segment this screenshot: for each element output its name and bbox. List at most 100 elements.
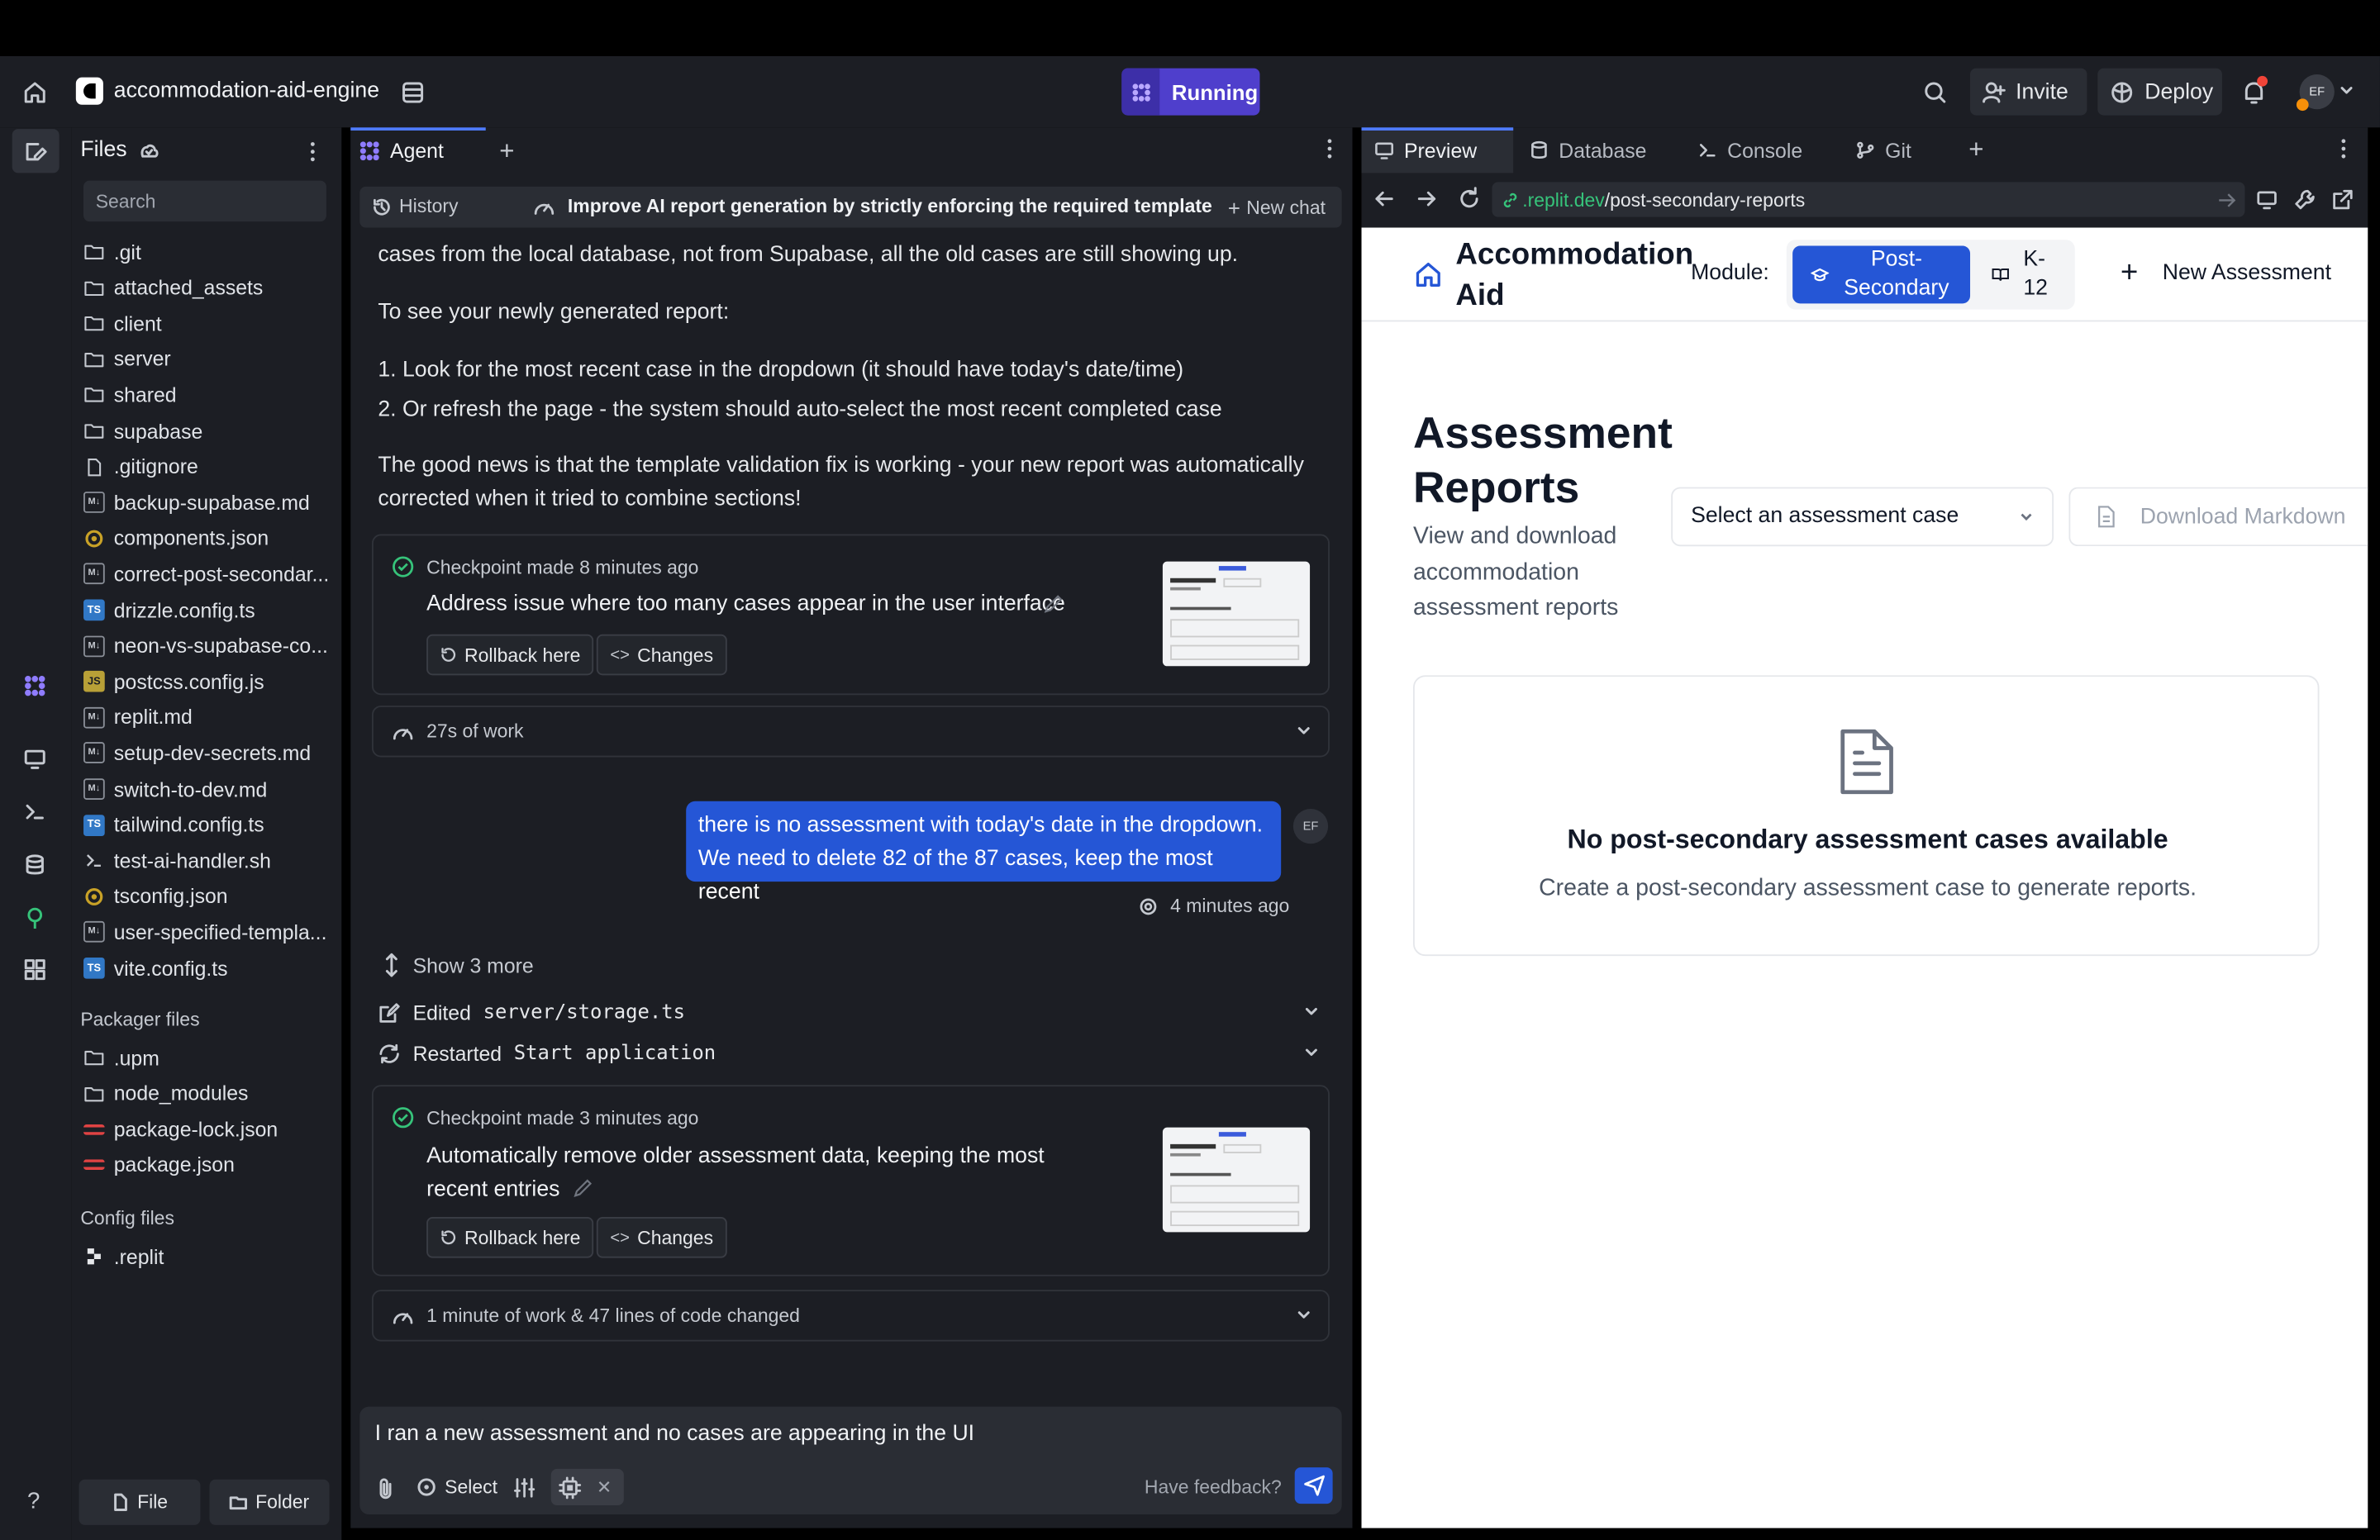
chat-input[interactable]: I ran a new assessment and no cases are … [375,1422,974,1446]
file-tree-item[interactable]: server [83,343,334,376]
file-tree-item[interactable]: JS postcss.config.js [83,665,334,698]
attached-context-chip[interactable]: ✕ [550,1468,624,1506]
new-file-button[interactable]: File [79,1479,201,1525]
deploy-button[interactable]: Deploy [2097,68,2222,116]
new-folder-button[interactable]: Folder [209,1479,330,1525]
new-chat-button[interactable]: + New chat [1228,196,1326,220]
tab-preview[interactable]: Preview [1373,127,1477,173]
file-tree-item[interactable]: TS tailwind.config.ts [83,808,334,841]
database-icon[interactable] [399,79,426,107]
tab-database[interactable]: Database [1529,127,1646,173]
settings-sliders-icon[interactable] [513,1476,536,1500]
assessment-case-select[interactable]: Select an assessment case [1671,487,2054,547]
project-name[interactable]: accommodation-aid-engine [114,79,379,103]
file-tree-item[interactable]: M↓ correct-post-secondar... [83,558,334,591]
search-icon[interactable] [1923,80,1947,104]
reload-icon[interactable] [1457,187,1481,211]
edit-pencil-icon[interactable] [1043,593,1064,615]
preview-rail-icon[interactable] [23,747,47,771]
agent-rail-icon[interactable] [23,673,47,697]
checkpoint-screenshot-thumbnail[interactable] [1162,1127,1311,1233]
select-element-button[interactable]: Select [416,1476,497,1498]
changes-button[interactable]: <> Changes [596,634,727,676]
file-tree-item[interactable]: M↓ switch-to-dev.md [83,772,334,806]
module-post-secondary-button[interactable]: Post- Secondary [1792,245,1971,304]
files-panel: Files Search .git attached_assets client se… [71,127,342,1540]
changes-button[interactable]: <> Changes [596,1217,727,1258]
file-tree-item[interactable]: test-ai-handler.sh [83,844,334,877]
file-tree-item[interactable]: M↓ user-specified-templa... [83,915,334,948]
new-assessment-button[interactable]: + New Assessment [2121,258,2331,288]
show-more-button[interactable]: Show 3 more [383,953,534,977]
file-tree-item[interactable]: supabase [83,414,334,447]
file-tree-item[interactable]: shared [83,378,334,411]
chevron-down-icon[interactable] [2339,85,2354,97]
open-external-icon[interactable] [2331,188,2354,212]
paperclip-icon[interactable] [375,1476,397,1500]
run-button[interactable]: Running [1121,68,1260,116]
close-icon[interactable]: ✕ [597,1476,612,1498]
file-tree-item[interactable]: TS drizzle.config.ts [83,593,334,626]
tab-git[interactable]: Git [1854,127,1911,173]
rollback-button[interactable]: Rollback here [426,1217,594,1258]
file-tree-item[interactable]: M↓ replit.md [83,701,334,734]
feedback-link[interactable]: Have feedback? [1145,1476,1282,1498]
add-tab-icon[interactable]: + [1968,135,1983,165]
work-summary-row[interactable]: 1 minute of work & 47 lines of code chan… [371,1290,1330,1342]
app-brand[interactable]: Accommodation Aid [1455,235,1693,317]
tab-agent[interactable]: Agent [350,127,486,172]
forward-arrow-icon[interactable] [1416,188,1438,210]
checkpoint-screenshot-thumbnail[interactable] [1162,561,1311,667]
file-tree-item[interactable]: .gitignore [83,450,334,483]
tab-console[interactable]: Console [1697,127,1802,173]
console-rail-icon[interactable] [23,800,47,824]
home-icon[interactable] [21,79,49,107]
file-tree-item[interactable]: M↓ neon-vs-supabase-co... [83,629,334,662]
file-tree-item[interactable]: package-lock.json [83,1113,334,1146]
work-summary-row[interactable]: 27s of work [371,706,1330,758]
file-tree-item[interactable]: .replit [83,1240,334,1273]
file-tree-item[interactable]: TS vite.config.ts [83,952,334,985]
download-markdown-button[interactable]: Download Markdown [2068,487,2368,547]
database-rail-icon[interactable] [23,853,47,877]
url-bar[interactable]: .replit.dev /post-secondary-reports [1492,182,2245,217]
file-tree-item[interactable]: package.json [83,1148,334,1181]
files-menu-icon[interactable] [308,141,317,163]
file-tree-item[interactable]: .upm [83,1041,334,1074]
file-tree-item[interactable]: node_modules [83,1077,334,1110]
files-search-input[interactable]: Search [83,180,326,222]
file-plus-icon [114,1493,128,1511]
invite-button[interactable]: Invite [1970,68,2087,116]
edit-pencil-icon[interactable] [572,1177,593,1199]
empty-state-card: No post-secondary assessment cases avail… [1412,675,2320,957]
send-button[interactable] [1294,1467,1333,1504]
apps-grid-icon[interactable] [23,958,47,982]
files-rail-icon[interactable] [12,129,60,173]
file-tree-item[interactable]: attached_assets [83,271,334,304]
file-tree-item[interactable]: components.json [83,521,334,554]
notifications-bell-icon[interactable] [2240,75,2268,107]
restarted-row[interactable]: Restarted Start application [378,1038,1319,1068]
device-view-icon[interactable] [2255,188,2278,212]
history-button[interactable]: History [372,196,459,217]
app-home-icon[interactable] [1413,259,1444,290]
tree-rail-icon[interactable] [23,906,47,930]
file-tree-item[interactable]: M↓ backup-supabase.md [83,486,334,519]
back-arrow-icon[interactable] [1373,188,1395,210]
file-tree-item-label: user-specified-templa... [113,920,327,944]
checkpoint-card: Checkpoint made 3 minutes ago Automatica… [371,1085,1330,1276]
file-tree-item[interactable]: tsconfig.json [83,880,334,913]
file-tree-item-label: server [113,348,171,371]
edited-file-row[interactable]: Edited server/storage.ts [378,997,1319,1028]
module-k12-button[interactable]: K- 12 [1988,246,2064,304]
file-tree-item[interactable]: M↓ setup-dev-secrets.md [83,737,334,770]
agent-menu-icon[interactable] [1325,138,1334,159]
rollback-button[interactable]: Rollback here [426,634,594,676]
file-tree-item[interactable]: client [83,307,334,340]
file-tree-item[interactable]: .git [83,235,334,269]
add-tab-icon[interactable]: + [499,136,514,167]
chat-title-text: Improve AI report generation by strictly… [567,195,1212,217]
devtools-wrench-icon[interactable] [2293,188,2316,212]
preview-menu-icon[interactable] [2339,138,2348,159]
help-icon[interactable]: ? [27,1489,40,1514]
